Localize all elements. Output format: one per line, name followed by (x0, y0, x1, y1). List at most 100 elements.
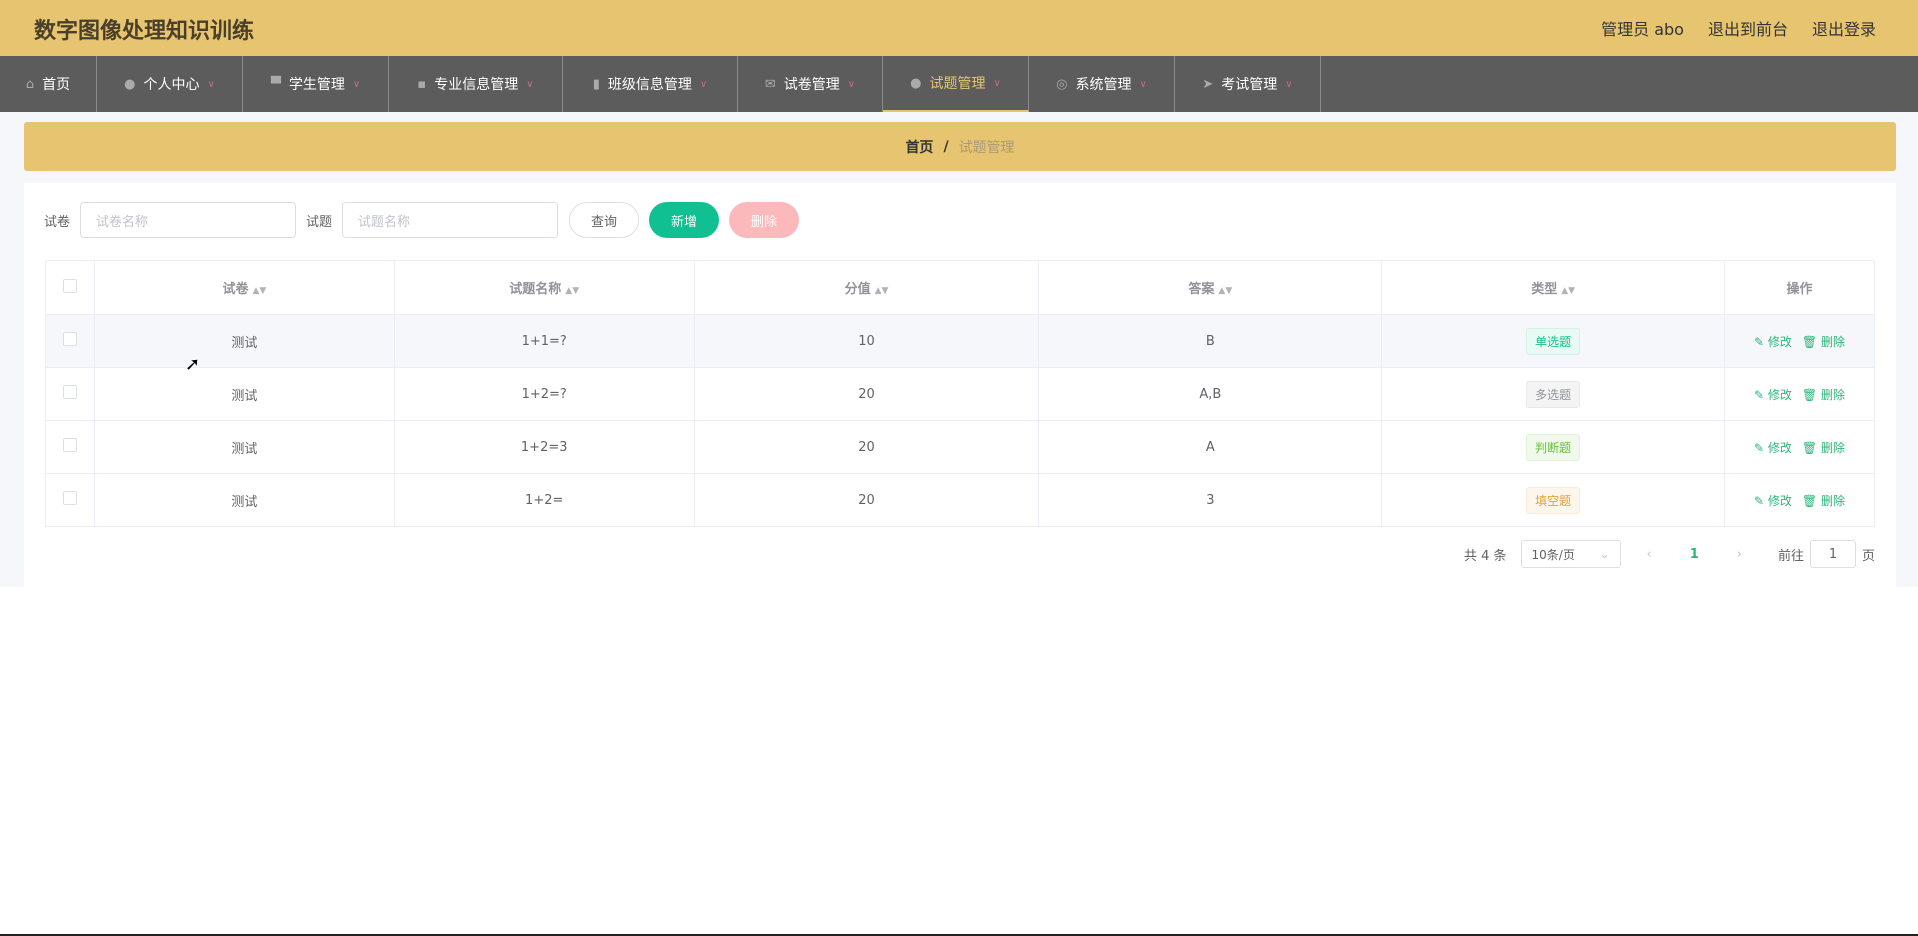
page-size-select[interactable]: 10条/页 ⌄ (1520, 540, 1621, 568)
mouse-cursor-icon: ➚ (185, 354, 201, 375)
add-button[interactable]: 新增 (649, 202, 720, 238)
row-checkbox[interactable] (62, 438, 77, 452)
breadcrumb-separator: / (943, 138, 949, 155)
remove-button[interactable]: 🗑 删除 (1802, 335, 1845, 349)
col-paper[interactable]: 试卷 ▲▼ (93, 260, 395, 315)
goto-label: 前往 (1777, 548, 1804, 564)
breadcrumb-home[interactable]: 首页 (905, 137, 933, 157)
edit-button[interactable]: ✎ 修改 (1754, 494, 1792, 508)
cell-name: 1+2=? (393, 367, 695, 421)
sort-icon[interactable]: ▲▼ (1561, 286, 1575, 296)
sort-icon[interactable]: ▲▼ (565, 286, 579, 296)
app-title: 数字图像处理知识训练 (34, 19, 255, 44)
table-row: 测试 1+1=? 10 B 单选题 ✎ 修改 🗑 删除 (45, 314, 1875, 368)
user-label: 管理员 abo (1601, 20, 1684, 39)
delete-button[interactable]: 删除 (729, 202, 800, 238)
chat-icon: ▪ (417, 76, 427, 92)
compass-icon: ◎ (1056, 76, 1068, 92)
nav-label: 系统管理 (1075, 77, 1132, 93)
nav-label: 首页 (42, 77, 71, 93)
monitor-icon: ▀ (270, 76, 281, 92)
chevron-down-icon: ∨ (993, 77, 1001, 89)
cell-paper: 测试 (93, 314, 395, 368)
col-type[interactable]: 类型 ▲▼ (1381, 260, 1726, 315)
page-unit: 页 (1861, 548, 1875, 564)
row-checkbox[interactable] (62, 491, 77, 505)
question-name-input[interactable]: 试题名称 (342, 202, 559, 238)
edit-icon: ✎ (1754, 387, 1768, 402)
nav-system[interactable]: ◎ 系统管理 ∨ (1029, 56, 1175, 112)
query-button[interactable]: 查询 (569, 202, 640, 238)
cell-answer: 3 (1038, 473, 1383, 527)
nav-questions[interactable]: ● 试题管理 ∨ (883, 56, 1029, 112)
cell-paper: 测试 (93, 473, 395, 527)
total-count: 共 4 条 (1463, 548, 1507, 564)
mail-icon: ✉ (764, 76, 776, 92)
edit-icon: ✎ (1754, 334, 1768, 349)
cell-name: 1+2= (393, 473, 695, 527)
type-badge: 单选题 (1526, 327, 1581, 355)
breadcrumb-current: 试题管理 (958, 139, 1015, 156)
select-all-checkbox[interactable] (62, 278, 77, 293)
nav-classes[interactable]: ▮ 班级信息管理 ∨ (563, 56, 738, 112)
remove-button[interactable]: 🗑 删除 (1802, 441, 1845, 455)
edit-button[interactable]: ✎ 修改 (1754, 335, 1792, 349)
questions-table: 试卷 ▲▼ 试题名称 ▲▼ 分值 ▲▼ 答案 ▲▼ 类型 ▲▼ 操作 测试 1+1=? 1… (45, 260, 1875, 527)
chevron-down-icon: ⌄ (1599, 547, 1610, 561)
paper-name-input[interactable]: 试卷名称 (80, 202, 297, 238)
page-1[interactable]: 1 (1690, 547, 1699, 562)
type-badge: 多选题 (1526, 380, 1581, 408)
edit-icon: ✎ (1754, 440, 1768, 455)
prev-page-icon[interactable]: ‹ (1647, 547, 1652, 562)
row-checkbox[interactable] (62, 385, 77, 399)
chevron-down-icon: ∨ (1139, 78, 1147, 90)
type-badge: 填空题 (1526, 486, 1581, 514)
col-answer[interactable]: 答案 ▲▼ (1038, 260, 1383, 315)
sort-icon[interactable]: ▲▼ (252, 286, 266, 296)
row-checkbox[interactable] (62, 332, 77, 346)
nav-home[interactable]: ⌂ 首页 (0, 56, 97, 112)
col-score[interactable]: 分值 ▲▼ (693, 260, 1040, 315)
nav-label: 学生管理 (288, 77, 345, 93)
cell-answer: A,B (1038, 367, 1383, 421)
nav-profile[interactable]: ● 个人中心 ∨ (97, 56, 243, 112)
nav-students[interactable]: ▀ 学生管理 ∨ (243, 56, 389, 112)
search-bar: 试卷 试卷名称 试题 试题名称 查询 新增 删除 (44, 202, 800, 238)
col-name[interactable]: 试题名称 ▲▼ (393, 260, 695, 315)
clipboard-icon: ▮ (592, 76, 600, 92)
chevron-down-icon: ∨ (207, 78, 215, 90)
logout-link[interactable]: 退出登录 (1812, 16, 1876, 40)
cell-paper: 测试 (93, 420, 395, 474)
nav-papers[interactable]: ✉ 试卷管理 ∨ (738, 56, 883, 112)
type-badge: 判断题 (1526, 433, 1581, 461)
chevron-down-icon: ∨ (352, 78, 361, 90)
table-header: 试卷 ▲▼ 试题名称 ▲▼ 分值 ▲▼ 答案 ▲▼ 类型 ▲▼ 操作 (45, 260, 1875, 315)
sort-icon[interactable]: ▲▼ (1218, 286, 1232, 296)
remove-button[interactable]: 🗑 删除 (1802, 494, 1845, 508)
cell-name: 1+2=3 (393, 420, 695, 474)
edit-button[interactable]: ✎ 修改 (1754, 388, 1792, 402)
trash-icon: 🗑 (1801, 334, 1821, 349)
to-front-link[interactable]: 退出到前台 (1708, 16, 1788, 40)
nav-label: 试题管理 (929, 76, 986, 92)
edit-button[interactable]: ✎ 修改 (1754, 441, 1792, 455)
send-icon: ➤ (1202, 76, 1214, 92)
nav-label: 班级信息管理 (607, 77, 692, 93)
table-row: 测试 1+2=? 20 A,B 多选题 ✎ 修改 🗑 删除 (45, 367, 1875, 421)
goto-page-input[interactable]: 1 (1809, 540, 1856, 568)
remove-button[interactable]: 🗑 删除 (1802, 388, 1845, 402)
home-icon: ⌂ (25, 76, 35, 92)
pagination: 共 4 条 10条/页 ⌄ ‹ 1 › 前往 1 页 (1464, 540, 1875, 568)
next-page-icon[interactable]: › (1737, 547, 1742, 562)
cell-score: 20 (693, 473, 1040, 527)
chevron-down-icon: ∨ (1285, 78, 1293, 90)
nav-label: 专业信息管理 (434, 77, 519, 93)
trash-icon: 🗑 (1801, 387, 1821, 402)
chevron-down-icon: ∨ (526, 78, 534, 90)
sort-icon[interactable]: ▲▼ (875, 286, 889, 296)
trash-icon: 🗑 (1801, 440, 1821, 455)
nav-majors[interactable]: ▪ 专业信息管理 ∨ (389, 56, 563, 112)
user-icon: ● (910, 75, 922, 91)
nav-exams[interactable]: ➤ 考试管理 ∨ (1175, 56, 1321, 112)
col-actions: 操作 (1724, 260, 1875, 315)
